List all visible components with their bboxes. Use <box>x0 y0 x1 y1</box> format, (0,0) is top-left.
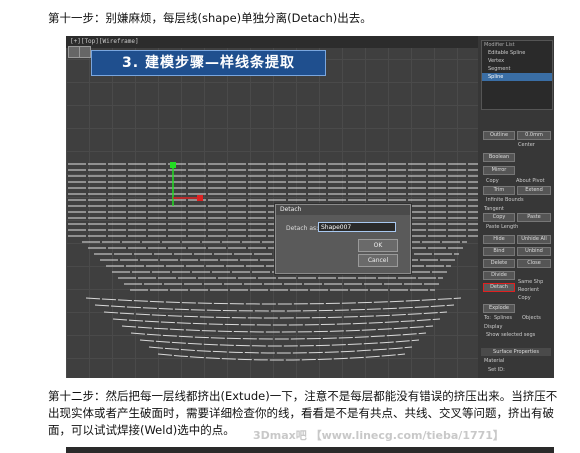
detach-dialog-title: Detach <box>276 205 410 215</box>
detach-copy-check[interactable]: Copy <box>518 295 531 301</box>
explode-button[interactable]: Explode <box>483 304 515 313</box>
divide-button[interactable]: Divide <box>483 271 515 280</box>
reorient-check[interactable]: Reorient <box>518 287 539 293</box>
stack-item-spline[interactable]: Spline <box>482 73 552 81</box>
spline-lines <box>68 163 478 361</box>
bind-button[interactable]: Bind <box>483 247 515 256</box>
about-pivot-check[interactable]: About Pivot <box>516 178 545 184</box>
spline-curve <box>112 318 441 326</box>
cancel-button[interactable]: Cancel <box>358 254 398 267</box>
forum-watermark: 3Dmax吧 【www.linecg.com/tieba/1771】 <box>253 429 504 442</box>
spline-curve <box>130 332 427 340</box>
viewport-topbar: [+][Top][Wireframe] <box>66 36 478 48</box>
viewport-icon-2[interactable] <box>79 46 91 58</box>
spline-curve <box>121 325 434 333</box>
material-label: Material <box>484 358 505 364</box>
top-viewport[interactable]: [+][Top][Wireframe] 3. 建模步骤—样线条提取 Detach… <box>66 36 478 378</box>
ok-button[interactable]: OK <box>358 239 398 252</box>
copy-check[interactable]: Copy <box>486 178 499 184</box>
outline-value[interactable]: 0.0mm <box>517 131 551 140</box>
tangent-paste-button[interactable]: Paste <box>517 213 551 222</box>
infinite-bounds-check[interactable]: Infinite Bounds <box>486 197 524 203</box>
spline-curve <box>148 346 413 354</box>
spline-curve <box>94 304 455 312</box>
stack-item-segment[interactable]: Segment <box>482 65 552 73</box>
paste-length-check[interactable]: Paste Length <box>486 224 518 230</box>
spline-curve <box>85 297 462 305</box>
modifier-stack: Modifier List Editable Spline Vertex Seg… <box>481 40 553 110</box>
detach-dialog: Detach Detach as: Shape007 OK Cancel <box>275 204 411 274</box>
max-screenshot: [+][Top][Wireframe] 3. 建模步骤—样线条提取 Detach… <box>66 36 554 378</box>
display-label: Display <box>484 324 503 330</box>
set-id-label: Set ID: <box>488 367 505 373</box>
next-screenshot-edge <box>66 447 554 453</box>
spline-curve <box>103 311 448 319</box>
center-check[interactable]: Center <box>518 142 535 148</box>
boolean-button[interactable]: Boolean <box>483 153 515 162</box>
hide-button[interactable]: Hide <box>483 235 515 244</box>
same-shp-check[interactable]: Same Shp <box>518 279 543 285</box>
explode-to-label: To: <box>484 315 491 321</box>
step-11-text: 第十一步：别嫌麻烦，每层线(shape)单独分离(Detach)出去。 <box>48 11 372 25</box>
detach-as-label: Detach as: <box>286 225 319 232</box>
command-panel: Modifier List Editable Spline Vertex Seg… <box>478 36 554 378</box>
close-button[interactable]: Close <box>517 259 551 268</box>
detach-name-input[interactable]: Shape007 <box>318 222 396 232</box>
surface-properties-rollout[interactable]: Surface Properties <box>481 348 551 356</box>
delete-button[interactable]: Delete <box>483 259 515 268</box>
mirror-button[interactable]: Mirror <box>483 166 515 175</box>
tangent-label: Tangent <box>484 206 504 212</box>
stack-item-editable-spline[interactable]: Editable Spline <box>482 49 552 57</box>
spline-curve <box>139 339 420 347</box>
extend-button[interactable]: Extend <box>517 186 551 195</box>
unbind-button[interactable]: Unbind <box>517 247 551 256</box>
tutorial-banner: 3. 建模步骤—样线条提取 <box>91 50 326 76</box>
tangent-copy-button[interactable]: Copy <box>483 213 515 222</box>
modifier-list-header[interactable]: Modifier List <box>482 41 552 49</box>
viewport-label[interactable]: [+][Top][Wireframe] <box>70 38 139 45</box>
gizmo-axis <box>170 162 203 206</box>
trim-button[interactable]: Trim <box>483 186 515 195</box>
unhide-all-button[interactable]: Unhide All <box>517 235 551 244</box>
explode-objects-radio[interactable]: Objects <box>522 315 541 321</box>
explode-splines-radio[interactable]: Splines <box>494 315 512 321</box>
stack-item-vertex[interactable]: Vertex <box>482 57 552 65</box>
outline-button[interactable]: Outline <box>483 131 515 140</box>
detach-button[interactable]: Detach <box>483 283 515 292</box>
show-selected-segs-check[interactable]: Show selected segs <box>486 332 535 338</box>
spline-curve <box>157 353 406 361</box>
